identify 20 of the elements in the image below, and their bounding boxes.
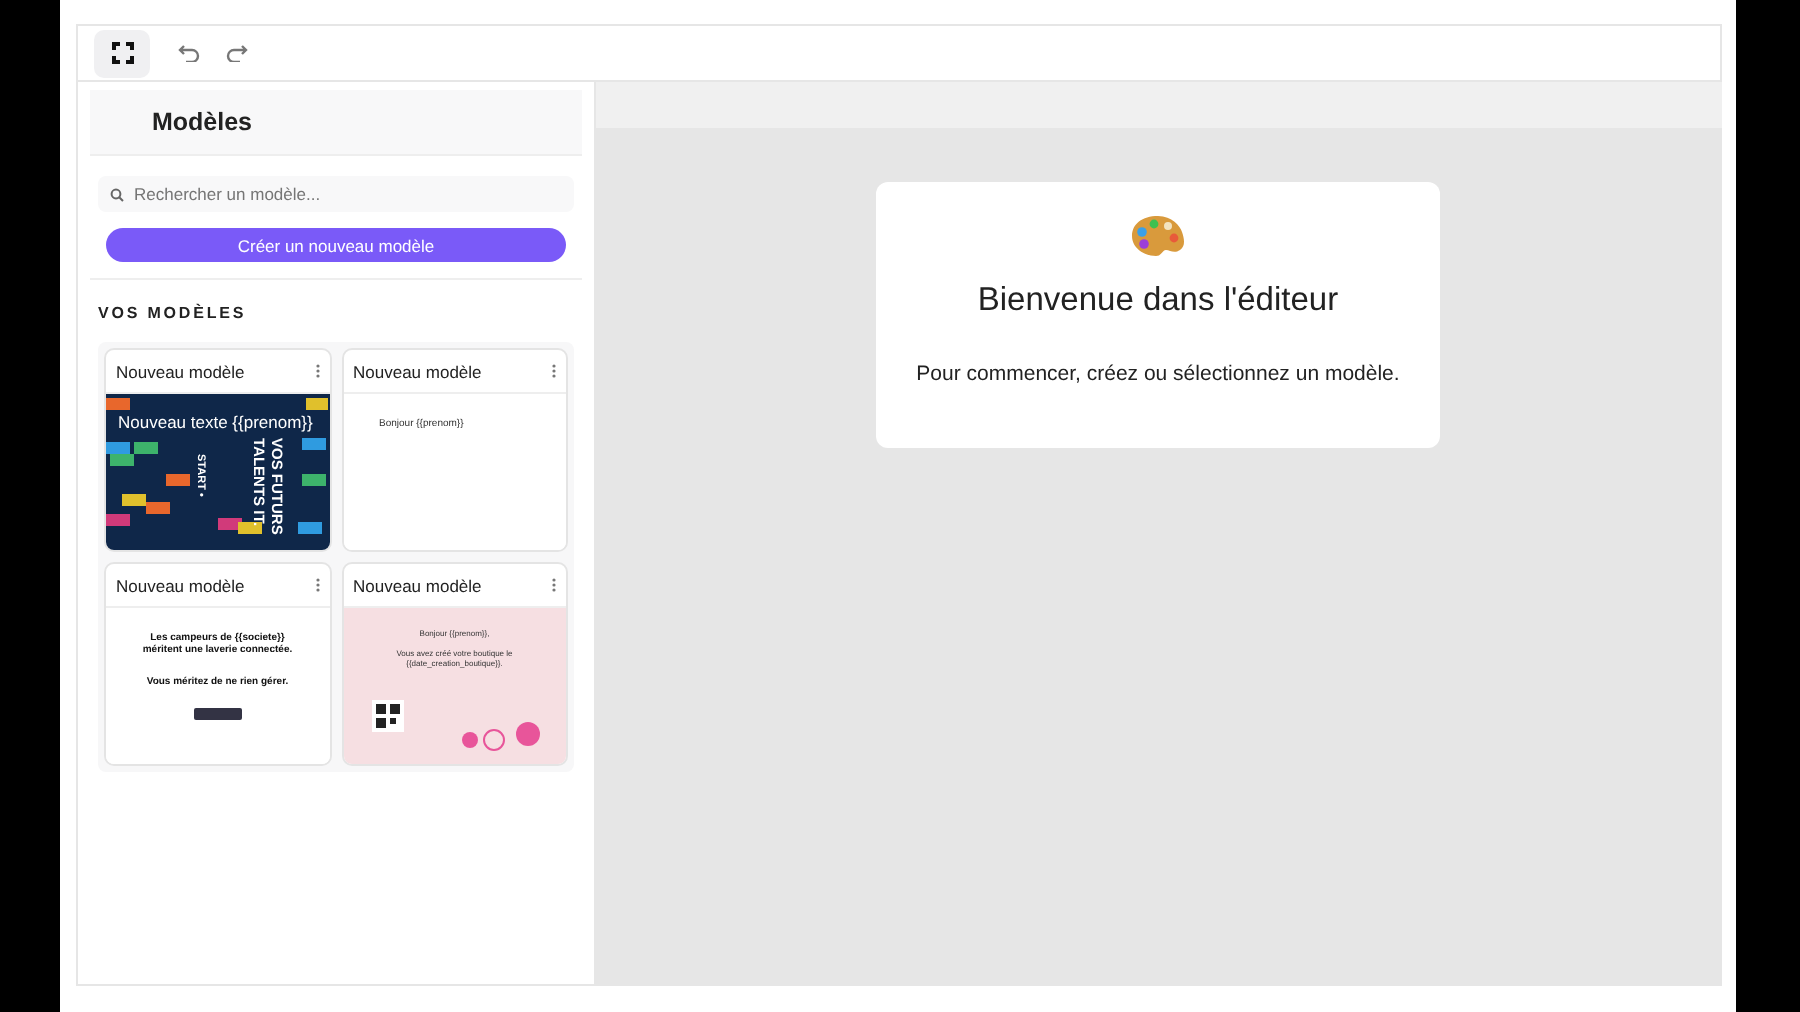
welcome-title: Bienvenue dans l'éditeur	[977, 282, 1339, 320]
template-name: Nouveau modèle	[353, 361, 482, 381]
create-template-button[interactable]: Créer un nouveau modèle	[106, 228, 566, 262]
fullscreen-icon	[111, 42, 133, 64]
section-title: VOS MODÈLES	[98, 304, 249, 322]
fullscreen-button[interactable]	[94, 29, 150, 77]
decoration-drawing	[459, 718, 543, 754]
template-name: Nouveau modèle	[353, 575, 482, 595]
qr-code-icon	[371, 700, 403, 732]
redo-icon	[225, 44, 247, 62]
sidebar-title: Modèles	[152, 108, 253, 136]
palette-icon	[1130, 214, 1186, 258]
undo-icon	[177, 44, 199, 62]
template-name: Nouveau modèle	[116, 361, 245, 381]
search-icon	[110, 187, 124, 201]
preview-text: Nouveau texte {{prenom}}	[118, 412, 313, 432]
search-field[interactable]: Rechercher un modèle...	[98, 176, 574, 212]
welcome-message: Pour commencer, créez ou sélectionnez un modèle.	[916, 362, 1400, 386]
template-name: Nouveau modèle	[116, 575, 245, 595]
search-input[interactable]: Rechercher un modèle...	[134, 184, 534, 204]
